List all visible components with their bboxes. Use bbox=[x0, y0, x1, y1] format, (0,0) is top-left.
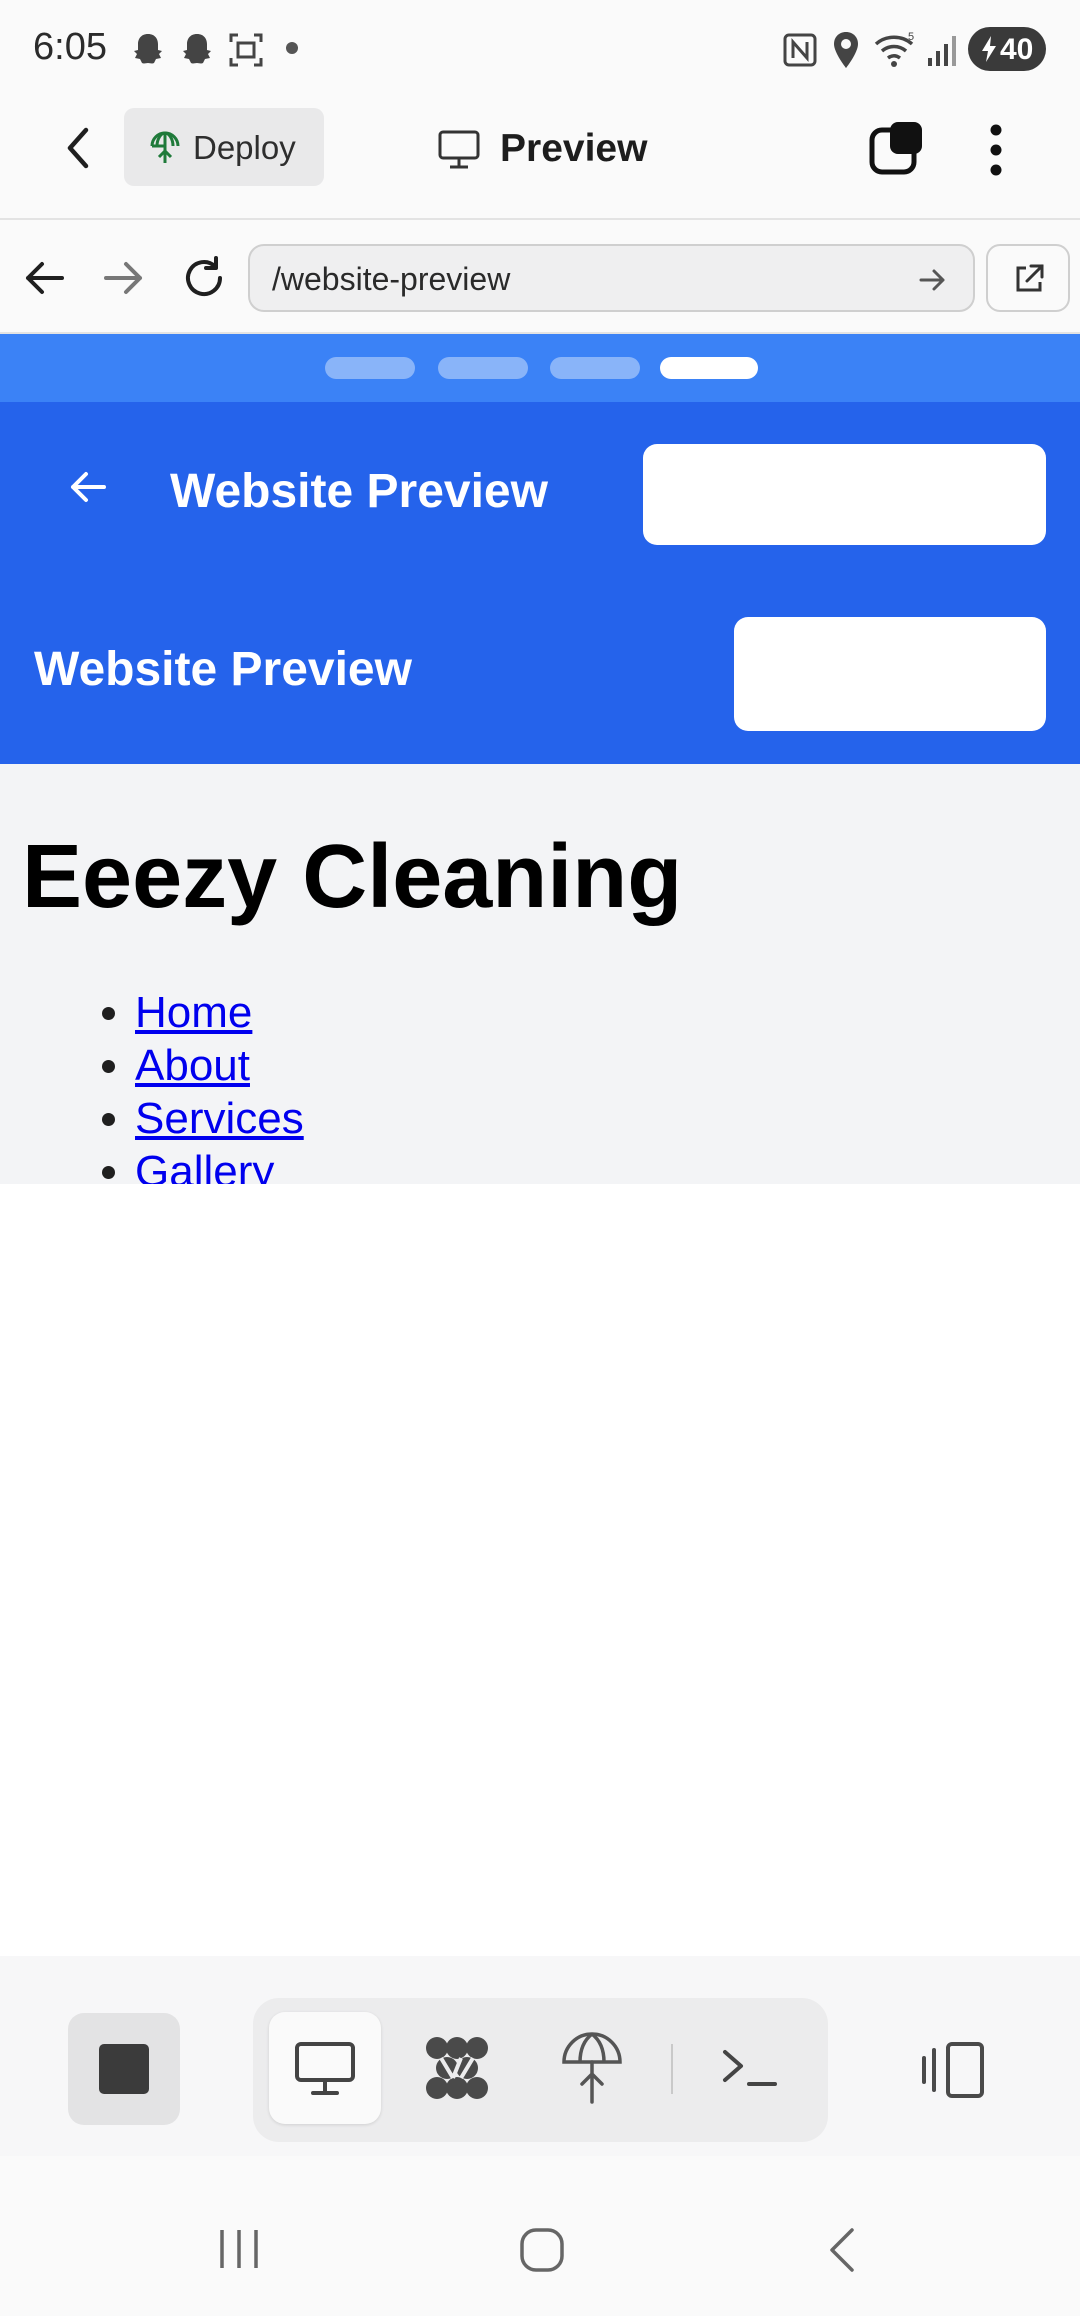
status-time: 6:05 bbox=[33, 26, 107, 68]
deploy-icon bbox=[150, 131, 180, 163]
site-title: Eeezy Cleaning bbox=[22, 827, 683, 927]
dot-icon bbox=[286, 42, 298, 54]
nav-item: Services bbox=[135, 1092, 304, 1145]
site-header: Website Preview Website Preview bbox=[0, 402, 1080, 764]
nav-link-services[interactable]: Services bbox=[135, 1094, 304, 1143]
recents-icon[interactable] bbox=[216, 2228, 262, 2270]
svg-text:5: 5 bbox=[908, 31, 914, 43]
snapchat-icon bbox=[134, 34, 162, 64]
progress-step-active bbox=[660, 357, 758, 379]
nav-item: Home bbox=[135, 986, 304, 1039]
deploy-button[interactable]: Deploy bbox=[124, 108, 324, 186]
home-icon[interactable] bbox=[518, 2226, 566, 2274]
progress-step bbox=[550, 357, 640, 379]
external-link-icon bbox=[1016, 264, 1044, 292]
wifi-icon: 5 bbox=[874, 31, 914, 67]
reload-icon[interactable] bbox=[180, 254, 228, 302]
tool-group bbox=[253, 1998, 828, 2142]
header-white-box[interactable] bbox=[643, 444, 1046, 545]
tool-preview-button[interactable] bbox=[269, 2012, 381, 2124]
battery-level: 40 bbox=[1000, 33, 1034, 66]
progress-step bbox=[325, 357, 415, 379]
signal-icon bbox=[928, 36, 956, 66]
location-icon bbox=[834, 32, 858, 68]
app-header: Deploy Preview bbox=[0, 100, 1080, 220]
back-icon[interactable] bbox=[824, 2226, 860, 2274]
progress-step bbox=[438, 357, 528, 379]
tool-divider bbox=[671, 2044, 673, 2094]
page-title: Preview bbox=[500, 127, 648, 170]
open-external-button[interactable] bbox=[986, 244, 1070, 312]
deploy-icon bbox=[562, 2032, 622, 2104]
terminal-icon bbox=[723, 2050, 777, 2086]
status-bar: 6:05 5 40 bbox=[0, 0, 1080, 100]
packager-icon bbox=[426, 2037, 488, 2099]
stop-icon bbox=[99, 2044, 149, 2094]
tool-terminal-button[interactable] bbox=[695, 2012, 807, 2124]
url-text: /website-preview bbox=[272, 261, 511, 297]
deploy-label: Deploy bbox=[193, 129, 296, 166]
site-subtitle: Website Preview bbox=[34, 643, 412, 696]
site-nav: Home About Services Gallery bbox=[135, 986, 304, 1184]
stop-button[interactable] bbox=[68, 2013, 180, 2125]
nav-item: Gallery bbox=[135, 1145, 304, 1184]
arrow-left-icon[interactable] bbox=[22, 258, 66, 298]
tool-packager-button[interactable] bbox=[401, 2012, 513, 2124]
snapchat-icon bbox=[183, 34, 211, 64]
nfc-icon bbox=[783, 33, 817, 67]
blank-area bbox=[0, 1184, 1080, 1956]
nav-link-about[interactable]: About bbox=[135, 1041, 250, 1090]
go-arrow-icon[interactable] bbox=[918, 268, 948, 292]
battery-icon: 40 bbox=[968, 27, 1046, 71]
tabs-icon[interactable] bbox=[866, 118, 926, 178]
screenshot-icon bbox=[229, 33, 263, 67]
tool-deploy-button[interactable] bbox=[536, 2012, 648, 2124]
browser-bar: /website-preview bbox=[0, 222, 1080, 334]
arrow-right-icon[interactable] bbox=[102, 258, 146, 298]
nav-link-gallery[interactable]: Gallery bbox=[135, 1147, 274, 1184]
subheader-white-box[interactable] bbox=[734, 617, 1046, 731]
url-input[interactable]: /website-preview bbox=[248, 244, 975, 312]
site-header-title: Website Preview bbox=[170, 465, 548, 518]
more-vertical-icon[interactable] bbox=[982, 120, 1010, 180]
chevron-left-icon[interactable] bbox=[58, 124, 102, 172]
site-content: Eeezy Cleaning Home About Services Galle… bbox=[0, 764, 1080, 1184]
bottom-toolbar bbox=[0, 1956, 1080, 2170]
android-nav-bar bbox=[0, 2156, 1080, 2316]
nav-link-home[interactable]: Home bbox=[135, 988, 252, 1037]
progress-strip bbox=[0, 334, 1080, 402]
monitor-icon bbox=[295, 2042, 355, 2095]
split-view-icon[interactable] bbox=[920, 2040, 988, 2100]
nav-item: About bbox=[135, 1039, 304, 1092]
monitor-icon bbox=[438, 130, 480, 169]
arrow-left-icon[interactable] bbox=[68, 468, 108, 506]
